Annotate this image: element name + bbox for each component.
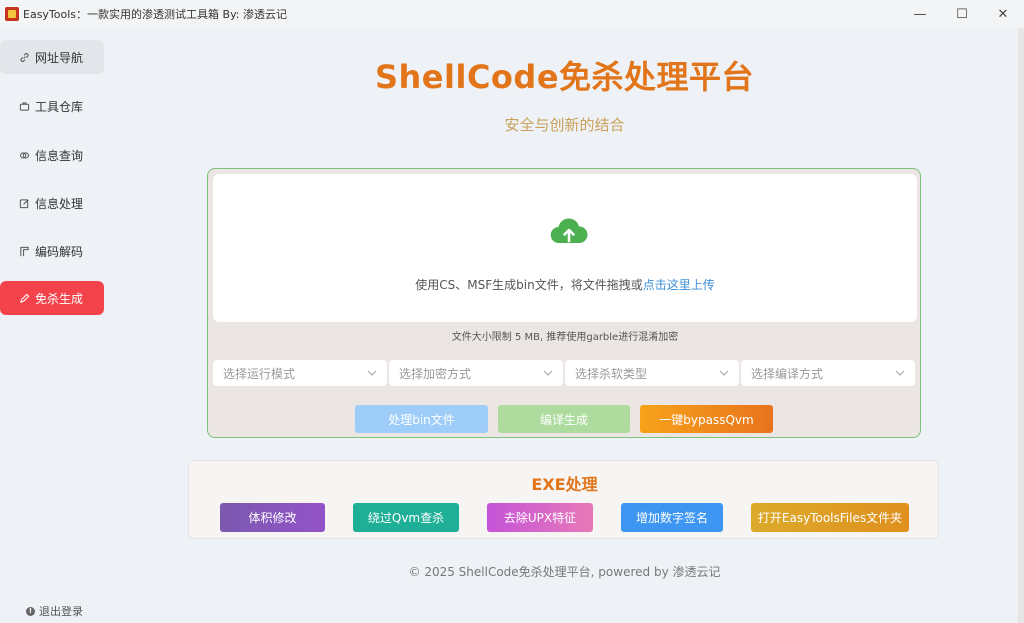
- select-placeholder: 选择杀软类型: [575, 366, 648, 381]
- exe-panel: EXE处理 体积修改 绕过Qvm查杀 去除UPX特征 增加数字签名 打开Easy…: [188, 460, 939, 539]
- close-button[interactable]: ✕: [980, 0, 1024, 28]
- chevron-down-icon: [367, 370, 377, 376]
- resize-button[interactable]: 体积修改: [220, 503, 325, 532]
- select-placeholder: 选择运行模式: [223, 366, 296, 381]
- title-bar: EasyTools：一款实用的渗透测试工具箱 By: 渗透云记 — ☐ ✕: [0, 0, 1024, 28]
- compile-mode-select[interactable]: 选择编译方式: [741, 360, 915, 386]
- upload-prompt: 使用CS、MSF生成bin文件，将文件拖拽或点击这里上传: [213, 276, 917, 293]
- process-bin-button[interactable]: 处理bin文件: [355, 405, 488, 433]
- sidebar-item-tool-repo[interactable]: 工具仓库: [0, 89, 104, 123]
- window-title: EasyTools：一款实用的渗透测试工具箱 By: 渗透云记: [23, 8, 287, 21]
- run-mode-select[interactable]: 选择运行模式: [213, 360, 387, 386]
- sidebar-item-label: 编码解码: [35, 244, 84, 259]
- cloud-upload-icon: [550, 218, 588, 244]
- info-icon: !: [26, 606, 35, 616]
- page-title: ShellCode免杀处理平台: [374, 58, 755, 96]
- exe-title: EXE处理: [531, 475, 598, 494]
- sidebar-item-label: 网址导航: [35, 50, 84, 65]
- logout-button[interactable]: ! 退出登录: [26, 603, 83, 619]
- sidebar-item-label: 信息处理: [35, 196, 84, 211]
- flag-icon: [18, 245, 30, 257]
- scrollbar[interactable]: [1018, 28, 1024, 623]
- minimize-button[interactable]: —: [897, 0, 943, 28]
- sidebar-item-label: 免杀生成: [35, 291, 84, 306]
- page-subtitle: 安全与创新的结合: [504, 116, 625, 134]
- edit-icon: [18, 197, 30, 209]
- maximize-button[interactable]: ☐: [939, 0, 985, 28]
- upload-panel: 使用CS、MSF生成bin文件，将文件拖拽或点击这里上传 文件大小限制 5 MB…: [207, 168, 921, 438]
- compile-button[interactable]: 编译生成: [498, 405, 630, 433]
- upload-prompt-text: 使用CS、MSF生成bin文件，将文件拖拽或: [415, 278, 643, 292]
- add-signature-button[interactable]: 增加数字签名: [621, 503, 723, 532]
- chevron-down-icon: [895, 370, 905, 376]
- sidebar-item-url-nav[interactable]: 网址导航: [0, 40, 104, 74]
- chevron-down-icon: [719, 370, 729, 376]
- sidebar-item-av-evasion[interactable]: 免杀生成: [0, 281, 104, 315]
- upload-link[interactable]: 点击这里上传: [643, 278, 715, 292]
- link-icon: [18, 51, 30, 63]
- select-placeholder: 选择加密方式: [399, 366, 472, 381]
- sidebar-item-label: 信息查询: [35, 148, 84, 163]
- sidebar-item-label: 工具仓库: [35, 99, 84, 114]
- remove-upx-button[interactable]: 去除UPX特征: [487, 503, 593, 532]
- chevron-down-icon: [543, 370, 553, 376]
- sidebar-item-info-query[interactable]: 信息查询: [0, 138, 104, 172]
- app-logo-icon: [5, 7, 19, 21]
- briefcase-icon: [18, 100, 30, 112]
- antivirus-select[interactable]: 选择杀软类型: [565, 360, 739, 386]
- bypass-qvm-scan-button[interactable]: 绕过Qvm查杀: [353, 503, 459, 532]
- open-folder-button[interactable]: 打开EasyToolsFiles文件夹: [751, 503, 909, 532]
- chain-icon: [18, 149, 30, 161]
- upload-hint: 文件大小限制 5 MB, 推荐使用garble进行混淆加密: [451, 332, 679, 343]
- select-placeholder: 选择编译方式: [751, 366, 824, 381]
- sidebar: 网址导航 工具仓库 信息查询 信息处理 编码解码 免杀生成 ! 退出登录: [0, 28, 106, 623]
- footer: © 2025 ShellCode免杀处理平台, powered by 渗透云记: [408, 565, 721, 579]
- pencil-icon: [18, 292, 30, 304]
- logout-label: 退出登录: [39, 605, 83, 618]
- sidebar-item-info-process[interactable]: 信息处理: [0, 186, 104, 220]
- bypass-qvm-button[interactable]: 一键bypassQvm: [640, 405, 773, 433]
- sidebar-item-encode-decode[interactable]: 编码解码: [0, 234, 104, 268]
- file-drop-zone[interactable]: 使用CS、MSF生成bin文件，将文件拖拽或点击这里上传: [213, 174, 917, 322]
- encryption-select[interactable]: 选择加密方式: [389, 360, 563, 386]
